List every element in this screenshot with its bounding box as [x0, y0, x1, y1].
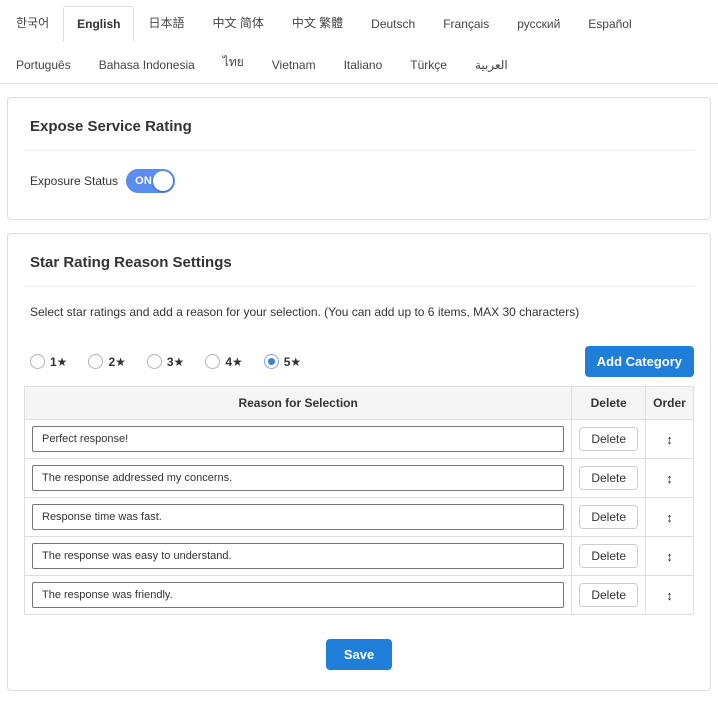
- language-tab[interactable]: 中文 繁體: [278, 3, 357, 42]
- expose-service-rating-panel: Expose Service Rating Exposure Status ON: [7, 97, 711, 220]
- star-option-label: 3★: [167, 355, 184, 369]
- reason-input[interactable]: [32, 504, 564, 530]
- panel-divider: [24, 150, 694, 151]
- star-option-label: 2★: [108, 355, 125, 369]
- star-rating-radio-group: 1★ 2★ 3★ 4★ 5★: [30, 354, 301, 369]
- language-tab[interactable]: Deutsch: [357, 6, 429, 42]
- reason-cell: [25, 537, 572, 576]
- exposure-status-label: Exposure Status: [30, 174, 118, 188]
- table-row: Delete ↕: [25, 537, 694, 576]
- star-rating-option[interactable]: 1★: [30, 354, 67, 369]
- panel-divider: [24, 286, 694, 287]
- reason-input[interactable]: [32, 582, 564, 608]
- reorder-handle-icon[interactable]: ↕: [666, 549, 673, 564]
- language-tab[interactable]: 中文 简体: [198, 3, 277, 42]
- language-tab[interactable]: Português: [2, 47, 85, 83]
- star-option-label: 5★: [284, 355, 301, 369]
- delete-cell: Delete: [572, 576, 646, 615]
- header-delete: Delete: [572, 387, 646, 420]
- table-row: Delete ↕: [25, 459, 694, 498]
- table-row: Delete ↕: [25, 576, 694, 615]
- delete-cell: Delete: [572, 420, 646, 459]
- reason-panel-title: Star Rating Reason Settings: [30, 254, 694, 271]
- reason-input[interactable]: [32, 465, 564, 491]
- reason-cell: [25, 498, 572, 537]
- star-rating-option[interactable]: 5★: [264, 354, 301, 369]
- reason-input[interactable]: [32, 543, 564, 569]
- table-row: Delete ↕: [25, 420, 694, 459]
- language-tab[interactable]: русский: [503, 6, 574, 42]
- add-category-button[interactable]: Add Category: [585, 346, 694, 377]
- star-rating-option[interactable]: 2★: [88, 354, 125, 369]
- reason-input[interactable]: [32, 426, 564, 452]
- radio-icon: [88, 354, 103, 369]
- radio-icon: [30, 354, 45, 369]
- language-tab[interactable]: Türkçe: [396, 47, 461, 83]
- reason-cell: [25, 420, 572, 459]
- language-tab[interactable]: ไทย: [209, 42, 258, 83]
- radio-icon: [205, 354, 220, 369]
- radio-icon: [264, 354, 279, 369]
- star-rating-reason-panel: Star Rating Reason Settings Select star …: [7, 233, 711, 691]
- language-tab[interactable]: Español: [574, 6, 645, 42]
- table-header-row: Reason for Selection Delete Order: [25, 387, 694, 420]
- delete-button[interactable]: Delete: [579, 544, 638, 568]
- delete-button[interactable]: Delete: [579, 427, 638, 451]
- language-tab[interactable]: 日本語: [134, 3, 198, 42]
- order-cell: ↕: [646, 537, 694, 576]
- reason-panel-description: Select star ratings and add a reason for…: [30, 305, 694, 319]
- language-tab[interactable]: Bahasa Indonesia: [85, 47, 209, 83]
- order-cell: ↕: [646, 576, 694, 615]
- language-tab[interactable]: 한국어: [2, 3, 63, 42]
- delete-cell: Delete: [572, 537, 646, 576]
- reorder-handle-icon[interactable]: ↕: [666, 510, 673, 525]
- table-row: Delete ↕: [25, 498, 694, 537]
- star-option-label: 1★: [50, 355, 67, 369]
- order-cell: ↕: [646, 459, 694, 498]
- delete-button[interactable]: Delete: [579, 466, 638, 490]
- language-tab[interactable]: Italiano: [330, 47, 397, 83]
- star-rating-option[interactable]: 4★: [205, 354, 242, 369]
- reason-table: Reason for Selection Delete Order Delete…: [24, 386, 694, 615]
- language-tab-bar: 한국어English日本語中文 简体中文 繁體DeutschFrançaisру…: [0, 0, 718, 84]
- language-tab[interactable]: English: [63, 6, 134, 42]
- delete-button[interactable]: Delete: [579, 505, 638, 529]
- language-tab[interactable]: العربية: [461, 47, 522, 83]
- language-tab[interactable]: Français: [429, 6, 503, 42]
- header-reason-for-selection: Reason for Selection: [25, 387, 572, 420]
- delete-cell: Delete: [572, 498, 646, 537]
- language-tab[interactable]: Vietnam: [258, 47, 330, 83]
- toggle-knob-icon: [153, 171, 173, 191]
- reorder-handle-icon[interactable]: ↕: [666, 432, 673, 447]
- star-rating-option[interactable]: 3★: [147, 354, 184, 369]
- header-order: Order: [646, 387, 694, 420]
- save-button[interactable]: Save: [326, 639, 392, 670]
- order-cell: ↕: [646, 498, 694, 537]
- star-option-label: 4★: [225, 355, 242, 369]
- order-cell: ↕: [646, 420, 694, 459]
- reason-cell: [25, 459, 572, 498]
- reorder-handle-icon[interactable]: ↕: [666, 588, 673, 603]
- toggle-state-text: ON: [135, 169, 152, 193]
- reason-cell: [25, 576, 572, 615]
- expose-panel-title: Expose Service Rating: [30, 118, 694, 135]
- radio-icon: [147, 354, 162, 369]
- reorder-handle-icon[interactable]: ↕: [666, 471, 673, 486]
- exposure-status-toggle[interactable]: ON: [126, 169, 175, 193]
- delete-button[interactable]: Delete: [579, 583, 638, 607]
- delete-cell: Delete: [572, 459, 646, 498]
